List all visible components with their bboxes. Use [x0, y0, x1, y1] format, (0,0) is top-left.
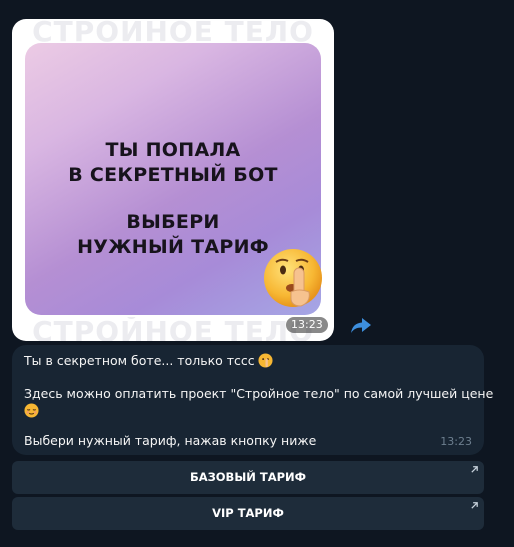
watermark-bottom: СТРОЙНОЕ ТЕЛО [32, 317, 314, 341]
vip-plan-label: VIP ТАРИФ [212, 506, 284, 520]
share-icon[interactable] [350, 316, 372, 334]
photo-message[interactable]: СТРОЙНОЕ ТЕЛО ТЫ ПОПАЛА В СЕКРЕТНЫЙ БОТ … [12, 19, 334, 341]
text-message-bubble: Ты в секретном боте... только тссс Здесь… [12, 345, 493, 455]
message-text-2: Здесь можно оплатить проект "Стройное те… [24, 386, 494, 401]
message-text-1: Ты в секретном боте... только тссс [24, 353, 255, 368]
relieved-face-icon [24, 403, 39, 418]
headline-line-3: ВЫБЕРИ [126, 211, 220, 233]
message-line: Ты в секретном боте... только тссс [24, 353, 273, 368]
basic-plan-button[interactable]: БАЗОВЫЙ ТАРИФ [12, 461, 484, 494]
chat-view: СТРОЙНОЕ ТЕЛО ТЫ ПОПАЛА В СЕКРЕТНЫЙ БОТ … [0, 0, 514, 547]
photo-timestamp: 13:23 [286, 317, 328, 333]
external-arrow-icon [471, 466, 478, 473]
basic-plan-label: БАЗОВЫЙ ТАРИФ [189, 470, 307, 484]
shushing-face-icon [264, 249, 322, 307]
message-timestamp: 13:23 [440, 435, 472, 448]
headline-line-2: В СЕКРЕТНЫЙ БОТ [68, 164, 278, 186]
external-arrow-icon [471, 502, 478, 509]
vip-plan-button[interactable]: VIP ТАРИФ [12, 497, 484, 530]
message-text-3: Выбери нужный тариф, нажав кнопку ниже [24, 433, 317, 448]
headline-line-1: ТЫ ПОПАЛА [105, 139, 241, 161]
shushing-face-icon [258, 353, 273, 368]
